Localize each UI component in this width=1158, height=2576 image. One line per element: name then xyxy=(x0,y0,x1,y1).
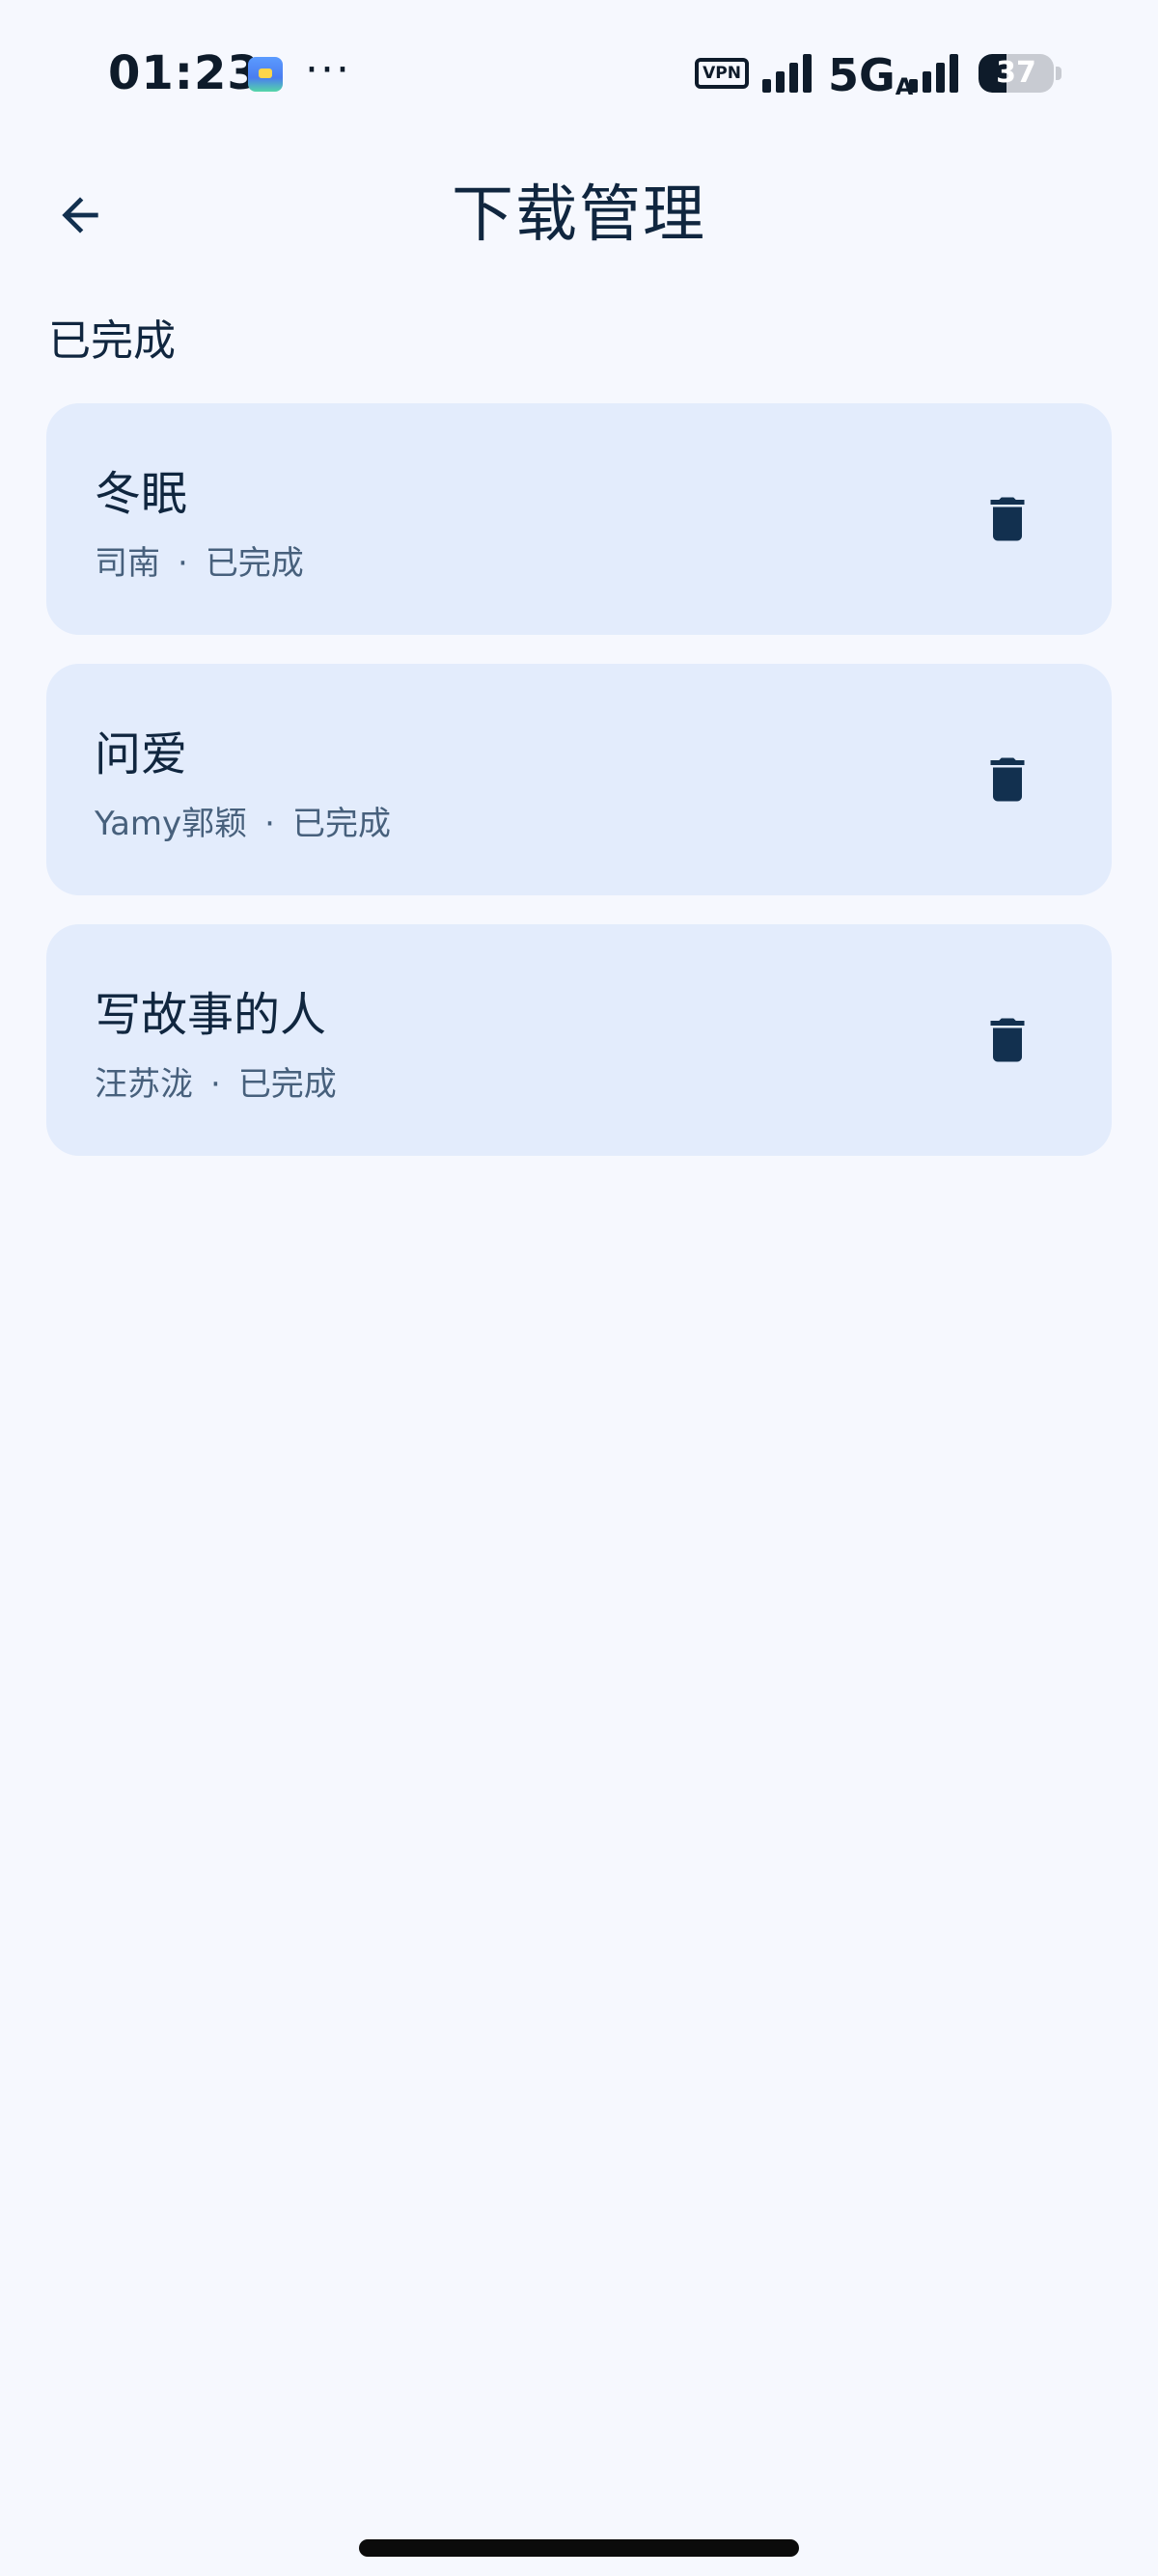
home-indicator[interactable] xyxy=(359,2539,799,2557)
meta-separator: · xyxy=(264,805,275,843)
app-notification-icon xyxy=(248,57,283,92)
section-title: 已完成 xyxy=(48,316,176,366)
delete-button[interactable] xyxy=(965,998,1050,1082)
song-meta: Yamy郭颖 · 已完成 xyxy=(95,801,391,847)
page-title: 下载管理 xyxy=(452,179,706,251)
download-item[interactable]: 写故事的人 汪苏泷 · 已完成 xyxy=(46,924,1112,1156)
artist-name: 汪苏泷 xyxy=(95,1065,193,1104)
download-status: 已完成 xyxy=(237,1065,337,1104)
battery-level: 37 xyxy=(996,56,1036,90)
artist-name: 司南 xyxy=(95,544,160,583)
download-status: 已完成 xyxy=(291,805,391,843)
arrow-left-icon xyxy=(62,197,98,233)
meta-separator: · xyxy=(178,544,188,583)
download-status: 已完成 xyxy=(205,544,304,583)
download-list: 冬眠 司南 · 已完成 问爱 Yamy郭颖 · 已完成 写故事的人 汪苏泷 · … xyxy=(46,403,1112,1185)
delete-button[interactable] xyxy=(965,477,1050,562)
trash-icon xyxy=(990,757,1025,802)
delete-button[interactable] xyxy=(965,737,1050,822)
song-title: 问爱 xyxy=(95,727,188,781)
signal-icon xyxy=(909,54,958,93)
meta-separator: · xyxy=(210,1065,221,1104)
signal-icon xyxy=(762,54,812,93)
status-time: 01:23 xyxy=(108,46,261,100)
download-manager-screen: 01:23 ··· VPN 5GA 37 下载管理 已完成 冬眠 司南 · 已完… xyxy=(0,0,1158,2576)
download-item[interactable]: 冬眠 司南 · 已完成 xyxy=(46,403,1112,635)
vpn-icon: VPN xyxy=(695,58,749,89)
song-meta: 司南 · 已完成 xyxy=(95,540,304,587)
download-item[interactable]: 问爱 Yamy郭颖 · 已完成 xyxy=(46,664,1112,895)
song-title: 冬眠 xyxy=(95,467,188,521)
network-type: 5G xyxy=(828,49,896,101)
status-bar: 01:23 ··· VPN 5GA 37 xyxy=(0,0,1158,145)
song-meta: 汪苏泷 · 已完成 xyxy=(95,1061,337,1108)
network-type-label: 5GA xyxy=(828,48,913,114)
artist-name: Yamy郭颖 xyxy=(95,805,248,843)
song-title: 写故事的人 xyxy=(95,988,327,1042)
battery-icon: 37 xyxy=(979,54,1054,93)
trash-icon xyxy=(990,1018,1025,1062)
battery-tip xyxy=(1056,67,1062,80)
back-button[interactable] xyxy=(39,174,122,257)
more-notifications-indicator: ··· xyxy=(305,45,351,95)
trash-icon xyxy=(990,497,1025,541)
